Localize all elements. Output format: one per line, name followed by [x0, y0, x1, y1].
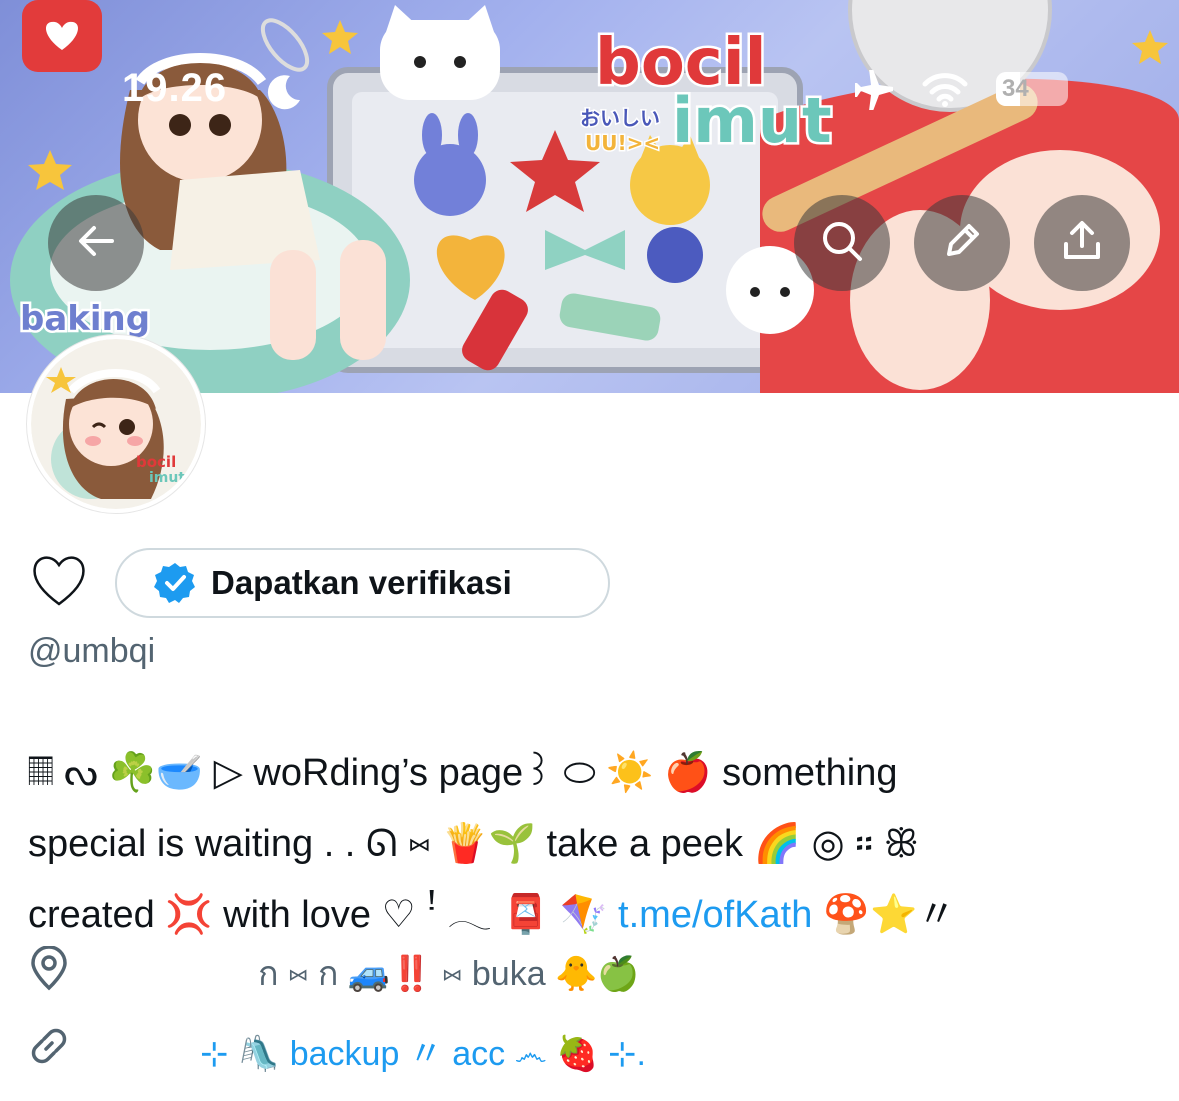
edit-button[interactable] — [914, 195, 1010, 291]
search-button[interactable] — [794, 195, 890, 291]
avatar-text-2: imut — [149, 470, 185, 486]
website-link[interactable]: ⊹ 🛝 backup 〃 acc ෴ 🍓 ⊹. — [200, 1026, 646, 1075]
back-button[interactable] — [48, 195, 144, 291]
bio-line-3-tail: 🍄⭐️〃 — [812, 894, 956, 936]
search-icon — [820, 219, 864, 267]
location-text: ก ⑅ ก 🚙‼️ ⑅ buka 🐥🍏 — [258, 955, 640, 993]
status-bar: 19.26 34 — [0, 66, 1179, 116]
battery-level: 34 — [1002, 75, 1029, 102]
profile-handle: @umbqi — [28, 632, 156, 670]
banner-subtext: UU!>< — [585, 131, 660, 155]
heart-button[interactable] — [31, 550, 87, 612]
bio-line-1: 𝄜 ᔓ ☘️🥣 ▷ woRding’s page꒱ ⬭ ☀️ 🍎 somethi… — [28, 752, 898, 794]
get-verified-button[interactable]: Dapatkan verifikasi — [115, 548, 610, 618]
share-button[interactable] — [1034, 195, 1130, 291]
profile-avatar[interactable]: bocil imut — [27, 335, 205, 513]
banner-illustration: bocil imut おいしい UU!>< baking — [10, 0, 1179, 393]
moon-icon — [264, 72, 304, 116]
bio-link[interactable]: t.me/ofKath — [618, 894, 812, 936]
link-icon — [28, 1025, 70, 1076]
location-row: ก ⑅ ก 🚙‼️ ⑅ buka 🐥🍏 — [28, 944, 640, 1001]
banner-side-label: baking — [20, 299, 150, 339]
location-pin-icon — [28, 944, 70, 1001]
avatar-text-1: bocil — [136, 453, 176, 471]
share-icon — [1061, 220, 1103, 266]
profile-bio: 𝄜 ᔓ ☘️🥣 ▷ woRding’s page꒱ ⬭ ☀️ 🍎 somethi… — [28, 738, 1138, 951]
avatar-illustration: bocil imut — [31, 339, 201, 509]
bio-line-3-text: created 💢 with love ♡ ꜝ 𓂃 📮 🪁 — [28, 894, 619, 936]
website-row: ⊹ 🛝 backup 〃 acc ෴ 🍓 ⊹. — [28, 1025, 646, 1076]
airplane-icon — [852, 69, 898, 114]
battery-icon: 34 — [996, 72, 1068, 106]
star-deco — [1132, 30, 1168, 64]
heart-icon — [31, 556, 87, 612]
round-cookie — [647, 227, 703, 283]
pencil-icon — [941, 220, 983, 266]
back-arrow-icon — [76, 221, 116, 265]
bio-line-3: created 💢 with love ♡ ꜝ 𓂃 📮 🪁 t.me/ofKat… — [28, 880, 1138, 951]
star-deco — [28, 150, 72, 190]
wifi-icon — [922, 72, 968, 112]
get-verified-label: Dapatkan verifikasi — [211, 564, 512, 601]
profile-banner[interactable]: bocil imut おいしい UU!>< baking 19.26 34 — [0, 0, 1179, 393]
bio-line-2: special is waiting . . ᘏ ⑅ 🍟🌱 take a pee… — [28, 823, 919, 865]
verified-badge-icon — [153, 561, 197, 605]
star-deco — [322, 20, 358, 54]
status-time: 19.26 — [122, 66, 228, 110]
